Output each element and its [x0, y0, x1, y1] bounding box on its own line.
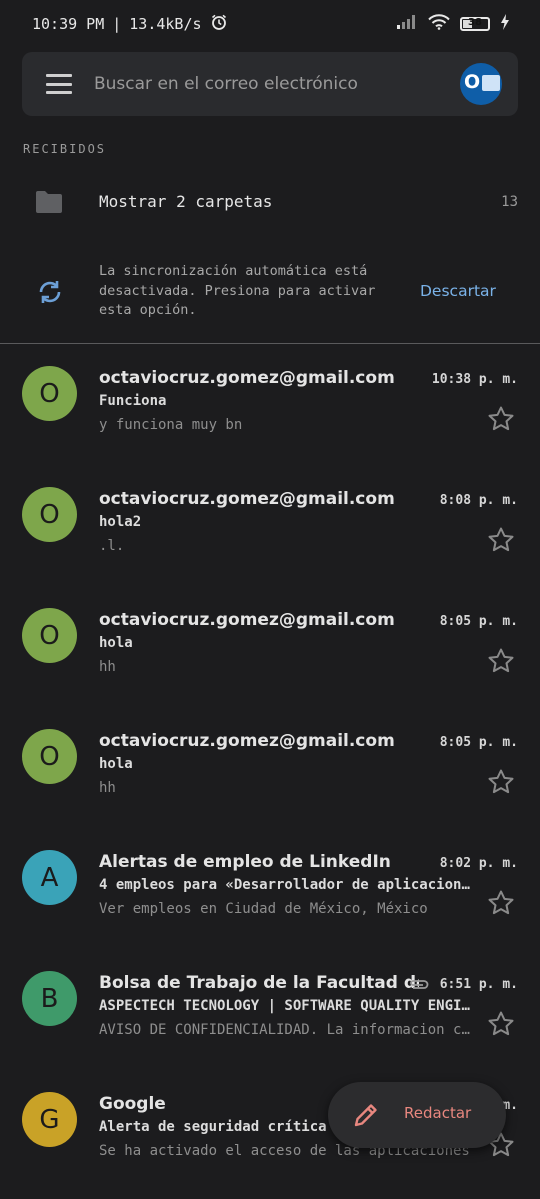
- sender-avatar[interactable]: O: [22, 729, 77, 784]
- email-subject: 4 empleos para «Desarrollador de aplicac…: [99, 877, 475, 893]
- sender-avatar[interactable]: B: [22, 971, 77, 1026]
- status-right: 38: [396, 14, 510, 34]
- star-icon[interactable]: [486, 888, 516, 922]
- signal-icon: [396, 14, 418, 34]
- show-folders-label: Mostrar 2 carpetas: [99, 192, 273, 211]
- search-bar[interactable]: Buscar en el correo electrónico O: [22, 52, 518, 116]
- wifi-icon: [428, 14, 450, 34]
- email-list: O octaviocruz.gomez@gmail.com 10:38 p. m…: [0, 352, 540, 1199]
- sender-avatar[interactable]: O: [22, 487, 77, 542]
- sender-name: Alertas de empleo de LinkedIn: [99, 852, 391, 872]
- email-snippet: y funciona muy bn: [99, 417, 243, 433]
- email-subject: Funciona: [99, 393, 167, 409]
- avatar-initial: O: [39, 620, 60, 651]
- email-snippet: hh: [99, 659, 116, 675]
- sender-name: Google: [99, 1094, 166, 1114]
- sender-name: octaviocruz.gomez@gmail.com: [99, 489, 395, 509]
- avatar-initial: O: [39, 499, 60, 530]
- sync-icon: [36, 278, 64, 310]
- account-avatar[interactable]: O: [460, 63, 502, 105]
- dismiss-button[interactable]: Descartar: [420, 282, 496, 300]
- sender-name: octaviocruz.gomez@gmail.com: [99, 610, 395, 630]
- avatar-initial: O: [39, 741, 60, 772]
- network-speed: 13.4kB/s: [129, 15, 202, 33]
- email-subject: hola: [99, 756, 133, 772]
- pencil-icon: [352, 1101, 380, 1133]
- account-initial: O: [464, 71, 481, 93]
- avatar-initial: O: [39, 378, 60, 409]
- star-icon[interactable]: [486, 404, 516, 438]
- compose-button[interactable]: Redactar: [328, 1082, 506, 1148]
- attachment-icon: [408, 977, 430, 996]
- sender-name: Bolsa de Trabajo de la Facultad de..: [99, 973, 419, 993]
- email-item[interactable]: A Alertas de empleo de LinkedIn 8:02 p. …: [0, 836, 540, 957]
- avatar-initial: B: [40, 983, 59, 1014]
- alarm-icon: [210, 13, 228, 35]
- avatar-initial: A: [40, 862, 59, 893]
- status-left: 10:39 PM | 13.4kB/s: [32, 13, 228, 35]
- email-time: 6:51 p. m.: [439, 977, 518, 992]
- avatar-initial: G: [39, 1104, 60, 1135]
- email-snippet: AVISO DE CONFIDENCIALIDAD. La informacio…: [99, 1022, 475, 1038]
- email-item[interactable]: O octaviocruz.gomez@gmail.com 10:38 p. m…: [0, 352, 540, 473]
- star-icon[interactable]: [486, 1009, 516, 1043]
- email-time: 8:02 p. m.: [439, 856, 518, 871]
- sender-avatar[interactable]: A: [22, 850, 77, 905]
- email-item[interactable]: O octaviocruz.gomez@gmail.com 8:05 p. m.…: [0, 594, 540, 715]
- star-icon[interactable]: [486, 767, 516, 801]
- email-item[interactable]: O octaviocruz.gomez@gmail.com 8:05 p. m.…: [0, 715, 540, 836]
- sender-avatar[interactable]: G: [22, 1092, 77, 1147]
- folder-icon: [34, 190, 64, 218]
- charging-icon: [500, 14, 510, 34]
- email-time: 8:05 p. m.: [439, 735, 518, 750]
- sender-avatar[interactable]: O: [22, 608, 77, 663]
- battery-level-text: 38: [468, 17, 482, 28]
- email-subject: hola2: [99, 514, 142, 530]
- sync-notice[interactable]: La sincronización automática está desact…: [0, 262, 540, 326]
- menu-icon[interactable]: [46, 74, 72, 94]
- search-input[interactable]: Buscar en el correo electrónico: [94, 74, 460, 94]
- email-subject: ASPECTECH TECNOLOGY | SOFTWARE QUALITY E…: [99, 998, 475, 1014]
- sync-line-1: La sincronización automática está: [99, 263, 368, 279]
- sender-name: octaviocruz.gomez@gmail.com: [99, 731, 395, 751]
- email-item[interactable]: B Bolsa de Trabajo de la Facultad de.. 6…: [0, 957, 540, 1078]
- compose-label: Redactar: [404, 1104, 472, 1122]
- email-subject: hola: [99, 635, 133, 651]
- email-time: 8:05 p. m.: [439, 614, 518, 629]
- email-snippet: .l.: [99, 538, 125, 554]
- star-icon[interactable]: [486, 646, 516, 680]
- divider: [0, 343, 540, 344]
- battery-icon: 38: [460, 17, 490, 31]
- sync-line-2: desactivada. Presiona para activar: [99, 282, 376, 299]
- email-item[interactable]: O octaviocruz.gomez@gmail.com 8:08 p. m.…: [0, 473, 540, 594]
- status-separator: |: [112, 15, 122, 33]
- clock: 10:39 PM: [32, 15, 105, 33]
- sync-line-3: esta opción.: [99, 302, 197, 318]
- sender-name: octaviocruz.gomez@gmail.com: [99, 368, 395, 388]
- email-time: 8:08 p. m.: [439, 493, 518, 508]
- status-bar: 10:39 PM | 13.4kB/s 38: [0, 0, 540, 48]
- sender-avatar[interactable]: O: [22, 366, 77, 421]
- star-icon[interactable]: [486, 525, 516, 559]
- show-folders-row[interactable]: Mostrar 2 carpetas 13: [0, 178, 540, 230]
- envelope-icon: [482, 75, 500, 91]
- email-snippet: hh: [99, 780, 116, 796]
- email-snippet: Ver empleos en Ciudad de México, México: [99, 901, 428, 917]
- section-label: RECIBIDOS: [23, 142, 107, 156]
- folders-count: 13: [501, 194, 518, 210]
- email-time: 10:38 p. m.: [431, 372, 518, 387]
- sync-message: La sincronización automática está desact…: [99, 262, 399, 321]
